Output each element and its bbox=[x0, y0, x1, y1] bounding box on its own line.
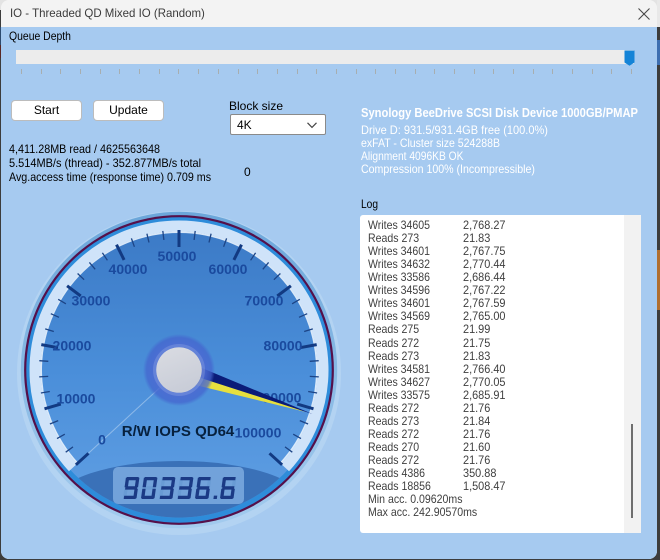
svg-text:50000: 50000 bbox=[158, 248, 197, 264]
svg-text:10000: 10000 bbox=[57, 391, 96, 407]
svg-text:100000: 100000 bbox=[235, 425, 282, 441]
svg-text:20000: 20000 bbox=[53, 338, 92, 354]
svg-text:40000: 40000 bbox=[109, 261, 148, 277]
svg-text:60000: 60000 bbox=[209, 261, 248, 277]
svg-text:0: 0 bbox=[98, 432, 106, 448]
svg-text:R/W IOPS QD64: R/W IOPS QD64 bbox=[122, 423, 235, 440]
svg-text:70000: 70000 bbox=[245, 293, 284, 309]
svg-text:30000: 30000 bbox=[72, 293, 111, 309]
svg-text:80000: 80000 bbox=[264, 338, 303, 354]
